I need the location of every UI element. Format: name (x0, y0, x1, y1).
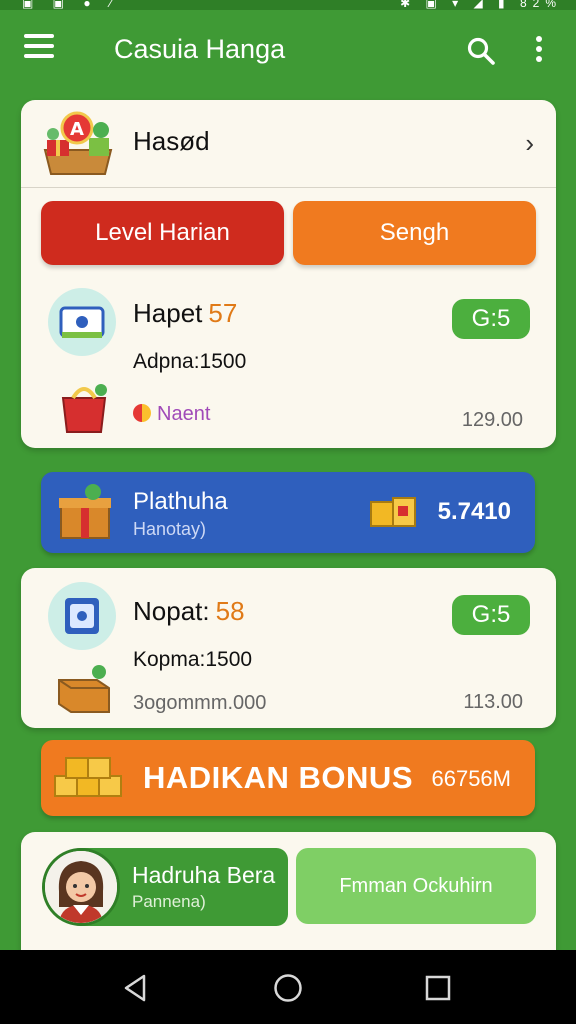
dot-icon (133, 404, 151, 422)
item-tag: 3ogommm.000 (133, 692, 267, 714)
item-name: Nopat: (133, 596, 210, 626)
promo-value: 5.7410 (437, 498, 511, 525)
search-icon[interactable] (466, 36, 496, 66)
promo-banner[interactable]: Plathuha Hanotay) 5.7410 (41, 472, 535, 553)
item-title: Nopat: 58 (133, 596, 245, 627)
item-amount: 129.00 (461, 409, 523, 431)
app-bar: Casuia Hanga (0, 10, 576, 88)
tab-level-harian[interactable]: Level Harian (41, 201, 284, 265)
item-level: 57 (208, 298, 238, 328)
content-area: A Hasød › Level Harian Sengh Hapet 57 Adp… (0, 88, 576, 950)
item-subtitle: Kopma:1500 (133, 648, 253, 671)
gold-bars-icon (370, 497, 416, 527)
status-bar: ▣ ▣ ● ⁄ ✱ ▣ ▾ ◢ ▮ 82% (0, 0, 576, 10)
promo-title: Plathuha (133, 488, 228, 515)
tab-sengh[interactable]: Sengh (293, 201, 536, 265)
bonus-value: 66756M (431, 766, 511, 791)
wallet-icon (48, 582, 116, 650)
item-subtitle: Adpna:1500 (133, 350, 247, 373)
gold-pile-icon (54, 757, 122, 797)
profile-name: Hadruha Bera (132, 862, 276, 888)
gift-box-icon (59, 484, 111, 539)
item-name: Hapet (133, 298, 203, 328)
profile-button[interactable]: Hadruha Bera Pannena) (42, 848, 288, 926)
avatar (42, 848, 120, 926)
chevron-right-icon: › (525, 128, 534, 158)
secondary-button[interactable]: Fmman Ockuhirn (296, 848, 536, 924)
daily-card: A Hasød › Level Harian Sengh Hapet 57 Adp… (21, 100, 556, 448)
item-amount: 113.00 (463, 691, 523, 713)
svg-text:A: A (70, 119, 84, 140)
bonus-banner[interactable]: HADIKAN BONUS 66756M (41, 740, 535, 816)
profile-subtitle: Pannena) (132, 892, 206, 911)
bonus-title: HADIKAN BONUS (143, 760, 413, 795)
gift-basket-icon: A (43, 111, 113, 175)
promo-subtitle: Hanotay) (133, 519, 207, 539)
badge-button[interactable]: G:5 (452, 299, 530, 339)
menu-icon[interactable] (24, 34, 56, 64)
recents-icon[interactable] (422, 972, 454, 1004)
home-icon[interactable] (272, 972, 304, 1004)
system-nav-bar (0, 950, 576, 1024)
status-right-indicators: ✱ ▣ ▾ ◢ ▮ 82% (400, 0, 562, 10)
card-header[interactable]: A Hasød › (21, 100, 556, 188)
item-title: Hapet 57 (133, 298, 237, 329)
item-tag-label: Naent (157, 403, 211, 425)
item-level: 58 (215, 596, 245, 626)
gift-bag-icon (61, 384, 107, 433)
card-title: Hasød (133, 126, 210, 156)
status-left-icons: ▣ ▣ ● ⁄ (22, 0, 120, 10)
ticket-icon (48, 288, 116, 356)
more-vert-icon[interactable] (532, 36, 546, 66)
app-title: Casuia Hanga (114, 34, 286, 64)
box-icon (58, 665, 110, 713)
badge-button[interactable]: G:5 (452, 595, 530, 635)
back-icon[interactable] (120, 972, 152, 1004)
item-card: Nopat: 58 Kopma:1500 G:5 3ogommm.000 113.… (21, 568, 556, 728)
item-tag: Naent (133, 403, 210, 426)
